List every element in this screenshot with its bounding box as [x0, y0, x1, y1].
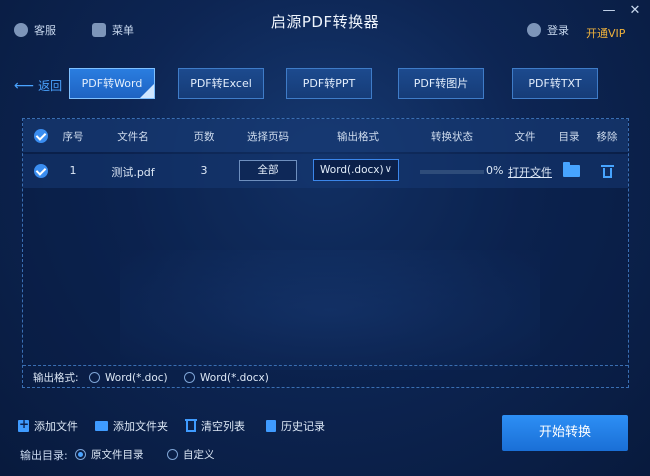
radio-source-directory[interactable]: 原文件目录: [75, 447, 144, 462]
radio-icon: [184, 372, 195, 383]
tab-pdf-to-word[interactable]: PDF转Word: [69, 68, 155, 99]
add-folder-button[interactable]: 添加文件夹: [95, 418, 168, 434]
row-pages: 3: [200, 164, 208, 177]
col-index: 序号: [62, 131, 84, 143]
conversion-progress-bar: [420, 170, 484, 174]
history-button[interactable]: 历史记录: [266, 418, 325, 434]
output-format-value: Word(.docx): [320, 164, 384, 176]
minimize-icon[interactable]: —: [601, 4, 617, 18]
col-remove: 移除: [596, 131, 618, 143]
tab-label: PDF转Word: [81, 77, 143, 90]
clear-list-button[interactable]: 清空列表: [185, 418, 245, 434]
add-file-button[interactable]: 添加文件: [18, 417, 78, 434]
back-label: 返回: [38, 79, 63, 93]
row-checkbox[interactable]: [34, 164, 48, 178]
select-all-checkbox[interactable]: [34, 129, 48, 143]
tab-pdf-to-txt[interactable]: PDF转TXT: [512, 68, 598, 99]
selected-check-icon: [140, 84, 154, 98]
radio-word-docx[interactable]: Word(*.docx): [184, 372, 269, 384]
user-avatar-icon: [527, 23, 541, 37]
clear-list-label: 清空列表: [201, 420, 245, 433]
output-directory-row: 输出目录:: [20, 447, 68, 463]
trash-icon[interactable]: [601, 164, 614, 178]
table-row: 1 测试.pdf 3 全部 Word(.docx) ∨ 0% 打开文件: [23, 154, 628, 188]
add-folder-label: 添加文件夹: [113, 420, 168, 433]
login-button[interactable]: 登录: [527, 22, 569, 38]
col-filename: 文件名: [117, 131, 149, 143]
radio-label: Word(*.docx): [200, 371, 269, 384]
radio-icon: [89, 372, 100, 383]
row-filename: 测试.pdf: [111, 166, 155, 179]
tab-pdf-to-image[interactable]: PDF转图片: [398, 68, 484, 99]
open-file-link[interactable]: 打开文件: [508, 164, 552, 180]
output-directory-label: 输出目录:: [20, 449, 68, 462]
col-file: 文件: [514, 131, 536, 143]
col-output-format: 输出格式: [337, 131, 379, 143]
radio-label: Word(*.doc): [105, 371, 168, 384]
start-conversion-button[interactable]: 开始转换: [502, 415, 628, 451]
history-doc-icon: [266, 420, 276, 432]
tab-label: PDF转Excel: [190, 77, 252, 90]
history-label: 历史记录: [281, 420, 325, 433]
tab-label: PDF转TXT: [528, 77, 582, 90]
col-directory: 目录: [558, 131, 580, 143]
output-format-bar: 输出格式: Word(*.doc) Word(*.docx): [23, 365, 628, 389]
vip-upgrade-link[interactable]: 开通VIP: [586, 25, 625, 41]
tab-label: PDF转PPT: [302, 77, 356, 90]
output-format-label: 输出格式:: [33, 372, 79, 384]
output-format-select[interactable]: Word(.docx) ∨: [313, 159, 399, 181]
arrow-left-icon: ⟵: [14, 77, 35, 94]
add-folder-icon: [95, 421, 108, 431]
tab-pdf-to-excel[interactable]: PDF转Excel: [178, 68, 264, 99]
col-page-select: 选择页码: [247, 131, 289, 143]
radio-label: 自定义: [183, 449, 215, 461]
file-table-panel: 序号 文件名 页数 选择页码 输出格式 转换状态 文件 目录 移除 1 测试.p…: [22, 118, 629, 388]
login-label: 登录: [547, 24, 569, 37]
radio-icon: [75, 449, 86, 460]
row-index: 1: [69, 164, 77, 177]
add-file-icon: [18, 417, 29, 432]
title-bar: 客服 菜单 启源PDF转换器 登录 开通VIP — ✕: [0, 0, 650, 44]
table-header: 序号 文件名 页数 选择页码 输出格式 转换状态 文件 目录 移除: [23, 119, 628, 152]
radio-icon: [167, 449, 178, 460]
trash-icon: [185, 418, 197, 432]
col-status: 转换状态: [431, 131, 473, 143]
progress-percent: 0%: [486, 164, 504, 177]
close-icon[interactable]: ✕: [627, 4, 643, 18]
radio-word-doc[interactable]: Word(*.doc): [89, 372, 168, 384]
radio-label: 原文件目录: [91, 449, 144, 461]
folder-icon[interactable]: [563, 162, 580, 177]
back-button[interactable]: ⟵ 返回: [14, 77, 62, 94]
tab-pdf-to-ppt[interactable]: PDF转PPT: [286, 68, 372, 99]
chevron-down-icon: ∨: [384, 164, 392, 175]
add-file-label: 添加文件: [34, 420, 78, 433]
tab-label: PDF转图片: [413, 77, 469, 90]
page-select-button[interactable]: 全部: [239, 160, 297, 181]
radio-custom-directory[interactable]: 自定义: [167, 447, 215, 462]
col-pages: 页数: [193, 131, 215, 143]
